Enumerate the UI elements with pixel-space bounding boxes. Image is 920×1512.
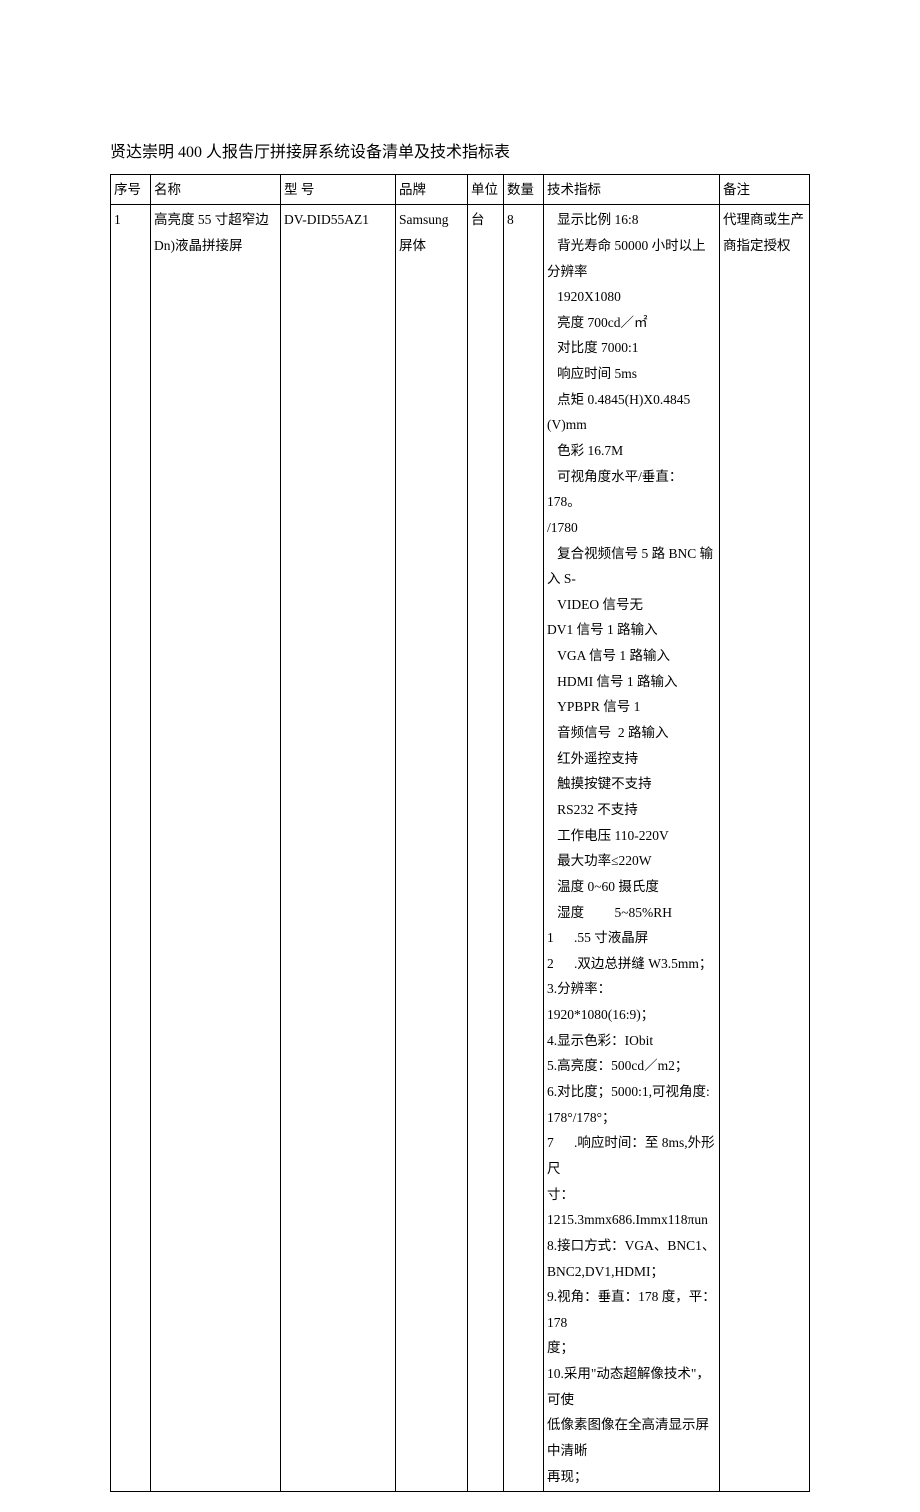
header-name: 名称 (151, 174, 281, 205)
header-brand: 品牌 (396, 174, 468, 205)
cell-unit: 台 (468, 205, 504, 1492)
table-header-row: 序号 名称 型 号 品牌 单位 数量 技术指标 备注 (111, 174, 810, 205)
table-row: 1 高亮度 55 寸超窄边 Dn)液晶拼接屏 DV-DID55AZ1 Samsu… (111, 205, 810, 1492)
cell-qty: 8 (504, 205, 544, 1492)
document-title: 贤达崇明 400 人报告厅拼接屏系统设备清单及技术指标表 (110, 140, 810, 166)
cell-seq: 1 (111, 205, 151, 1492)
header-note: 备注 (720, 174, 810, 205)
header-spec: 技术指标 (544, 174, 720, 205)
cell-note: 代理商或生产商指定授权 (720, 205, 810, 1492)
header-unit: 单位 (468, 174, 504, 205)
cell-spec: 显示比例 16:8 背光寿命 50000 小时以上分辨率 1920X1080 亮… (544, 205, 720, 1492)
cell-name: 高亮度 55 寸超窄边 Dn)液晶拼接屏 (151, 205, 281, 1492)
cell-brand: Samsung 屏体 (396, 205, 468, 1492)
cell-model: DV-DID55AZ1 (281, 205, 396, 1492)
header-model: 型 号 (281, 174, 396, 205)
header-seq: 序号 (111, 174, 151, 205)
header-qty: 数量 (504, 174, 544, 205)
equipment-table: 序号 名称 型 号 品牌 单位 数量 技术指标 备注 1 高亮度 55 寸超窄边… (110, 174, 810, 1493)
spec-text: 显示比例 16:8 背光寿命 50000 小时以上分辨率 1920X1080 亮… (547, 207, 716, 1489)
